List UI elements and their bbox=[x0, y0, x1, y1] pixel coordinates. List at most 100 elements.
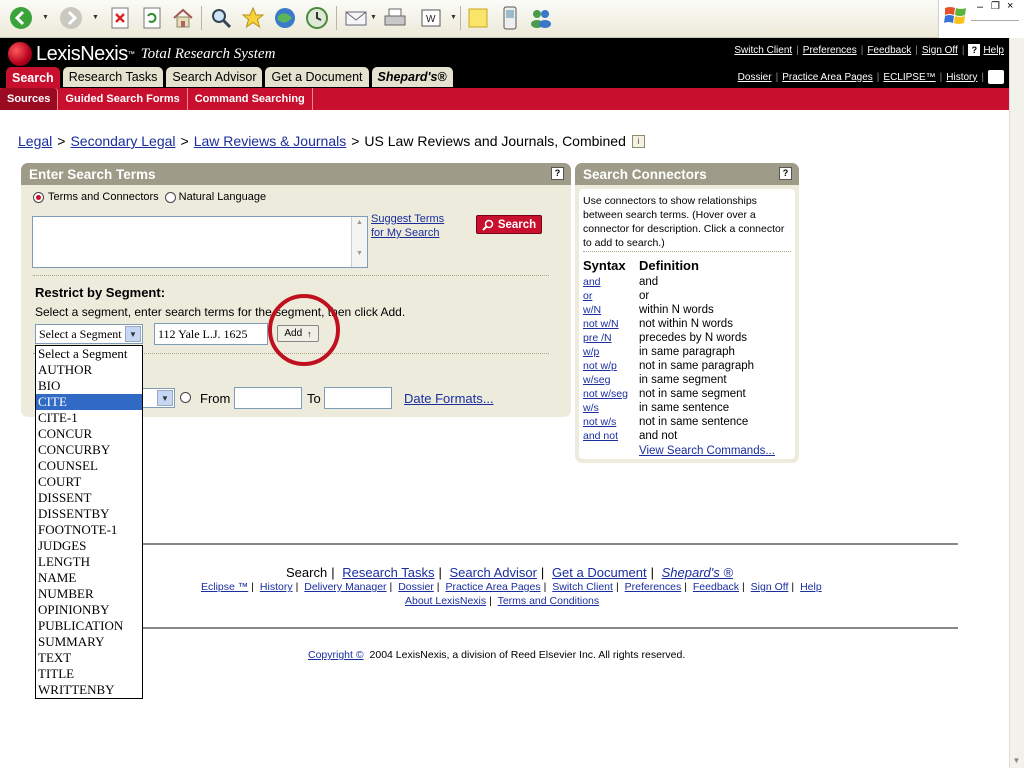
segment-option[interactable]: WRITTENBY bbox=[36, 682, 142, 698]
segment-option[interactable]: DISSENTBY bbox=[36, 506, 142, 522]
footer-eclipse-link[interactable]: Eclipse ™ bbox=[201, 581, 248, 593]
footer-sign-off-link[interactable]: Sign Off bbox=[751, 581, 789, 593]
footer-practice-area-pages-link[interactable]: Practice Area Pages bbox=[445, 581, 540, 593]
chevron-down-icon[interactable]: ▼ bbox=[125, 326, 141, 342]
connector-syntax-link[interactable]: and bbox=[583, 275, 639, 289]
tab-search-advisor[interactable]: Search Advisor bbox=[166, 67, 263, 87]
subtab-sources[interactable]: Sources bbox=[0, 88, 59, 110]
forward-icon[interactable] bbox=[58, 5, 84, 31]
copyright-link[interactable]: Copyright © bbox=[308, 649, 364, 661]
segment-option[interactable]: FOOTNOTE-1 bbox=[36, 522, 142, 538]
search-icon[interactable] bbox=[208, 5, 234, 31]
segment-option[interactable]: CONCURBY bbox=[36, 442, 142, 458]
messenger-icon[interactable] bbox=[497, 5, 523, 31]
breadcrumb-legal[interactable]: Legal bbox=[18, 133, 52, 149]
breadcrumb-law-reviews[interactable]: Law Reviews & Journals bbox=[194, 133, 347, 149]
edit-icon[interactable]: W bbox=[418, 5, 444, 31]
mail-icon[interactable] bbox=[343, 5, 369, 31]
connector-syntax-link[interactable]: not w/seg bbox=[583, 387, 639, 401]
page-scrollbar[interactable] bbox=[1009, 38, 1024, 768]
note-icon[interactable] bbox=[465, 5, 491, 31]
minimize-icon[interactable]: – bbox=[977, 1, 983, 13]
date-from-input[interactable] bbox=[234, 387, 302, 409]
suggest-terms-link[interactable]: Suggest Terms for My Search bbox=[371, 213, 444, 239]
practice-area-pages-link[interactable]: Practice Area Pages bbox=[782, 72, 873, 83]
segment-option[interactable]: Select a Segment bbox=[36, 346, 142, 362]
footer-history-link[interactable]: History bbox=[260, 581, 293, 593]
tab-search[interactable]: Search bbox=[6, 67, 60, 88]
view-search-commands-link[interactable]: View Search Commands... bbox=[639, 445, 789, 457]
date-range-radio[interactable] bbox=[180, 392, 191, 403]
delivery-icon[interactable] bbox=[988, 70, 1004, 84]
back-dropdown-icon[interactable]: ▼ bbox=[42, 14, 49, 21]
feedback-link[interactable]: Feedback bbox=[867, 45, 911, 56]
footer-dossier-link[interactable]: Dossier bbox=[398, 581, 434, 593]
close-icon[interactable]: × bbox=[1007, 0, 1013, 12]
segment-option[interactable]: LENGTH bbox=[36, 554, 142, 570]
natural-language-radio[interactable] bbox=[164, 191, 176, 203]
connector-syntax-link[interactable]: w/s bbox=[583, 401, 639, 415]
print-icon[interactable] bbox=[382, 5, 408, 31]
subtab-command-searching[interactable]: Command Searching bbox=[188, 88, 313, 110]
segment-option[interactable]: COUNSEL bbox=[36, 458, 142, 474]
segment-option[interactable]: JUDGES bbox=[36, 538, 142, 554]
subtab-guided-search-forms[interactable]: Guided Search Forms bbox=[58, 88, 188, 110]
footer-preferences-link[interactable]: Preferences bbox=[625, 581, 682, 593]
connector-syntax-link[interactable]: and not bbox=[583, 429, 639, 443]
footer-delivery-manager-link[interactable]: Delivery Manager bbox=[304, 581, 386, 593]
terms-and-conditions-link[interactable]: Terms and Conditions bbox=[498, 595, 600, 607]
media-icon[interactable] bbox=[272, 5, 298, 31]
segment-dropdown-list[interactable]: Select a Segment AUTHOR BIO CITE CITE-1 CONCU… bbox=[35, 345, 143, 699]
connector-syntax-link[interactable]: w/p bbox=[583, 345, 639, 359]
segment-option[interactable]: SUMMARY bbox=[36, 634, 142, 650]
connector-syntax-link[interactable]: not w/N bbox=[583, 317, 639, 331]
connector-syntax-link[interactable]: w/seg bbox=[583, 373, 639, 387]
segment-option[interactable]: CONCUR bbox=[36, 426, 142, 442]
switch-client-link[interactable]: Switch Client bbox=[734, 45, 792, 56]
dossier-link[interactable]: Dossier bbox=[738, 72, 772, 83]
segment-option[interactable]: COURT bbox=[36, 474, 142, 490]
footer-switch-client-link[interactable]: Switch Client bbox=[552, 581, 613, 593]
segment-option[interactable]: CITE bbox=[36, 394, 142, 410]
footer-help-link[interactable]: Help bbox=[800, 581, 822, 593]
date-formats-link[interactable]: Date Formats... bbox=[404, 391, 494, 406]
restore-icon[interactable]: ❐ bbox=[991, 1, 1000, 12]
segment-option[interactable]: DISSENT bbox=[36, 490, 142, 506]
back-icon[interactable] bbox=[8, 5, 34, 31]
segment-select[interactable]: Select a Segment ▼ bbox=[35, 324, 143, 344]
breadcrumb-secondary-legal[interactable]: Secondary Legal bbox=[70, 133, 175, 149]
search-terms-textarea[interactable]: ▲ ▼ bbox=[32, 216, 368, 268]
scroll-down-icon[interactable]: ▼ bbox=[1009, 753, 1024, 768]
footer-shepards-link[interactable]: Shepard's ® bbox=[662, 565, 733, 580]
search-help-icon[interactable]: ? bbox=[551, 167, 564, 180]
info-icon[interactable]: i bbox=[631, 134, 645, 148]
history-link[interactable]: History bbox=[946, 72, 977, 83]
sign-off-link[interactable]: Sign Off bbox=[922, 45, 958, 56]
terms-connectors-radio[interactable] bbox=[33, 191, 44, 203]
footer-get-a-document-link[interactable]: Get a Document bbox=[552, 565, 647, 580]
segment-option[interactable]: CITE-1 bbox=[36, 410, 142, 426]
footer-research-tasks-link[interactable]: Research Tasks bbox=[342, 565, 434, 580]
textarea-scrollbar[interactable]: ▲ ▼ bbox=[351, 217, 367, 267]
connector-syntax-link[interactable]: not w/p bbox=[583, 359, 639, 373]
chevron-down-icon[interactable]: ▼ bbox=[157, 390, 173, 406]
help-link[interactable]: Help bbox=[983, 45, 1004, 56]
edit-dropdown-icon[interactable]: ▼ bbox=[450, 14, 457, 21]
preferences-link[interactable]: Preferences bbox=[803, 45, 857, 56]
mail-dropdown-icon[interactable]: ▼ bbox=[370, 14, 377, 21]
date-to-input[interactable] bbox=[324, 387, 392, 409]
segment-option[interactable]: BIO bbox=[36, 378, 142, 394]
connector-syntax-link[interactable]: not w/s bbox=[583, 415, 639, 429]
tab-get-a-document[interactable]: Get a Document bbox=[265, 67, 369, 87]
segment-option[interactable]: PUBLICATION bbox=[36, 618, 142, 634]
eclipse-link[interactable]: ECLIPSE™ bbox=[883, 72, 935, 83]
tab-research-tasks[interactable]: Research Tasks bbox=[62, 67, 164, 87]
favorites-icon[interactable] bbox=[240, 5, 266, 31]
refresh-icon[interactable] bbox=[139, 5, 165, 31]
connector-syntax-link[interactable]: or bbox=[583, 289, 639, 303]
segment-option[interactable]: AUTHOR bbox=[36, 362, 142, 378]
connectors-help-icon[interactable]: ? bbox=[779, 167, 792, 180]
home-icon[interactable] bbox=[170, 5, 196, 31]
search-button[interactable]: Search bbox=[476, 215, 542, 234]
help-icon[interactable]: ? bbox=[968, 44, 981, 56]
